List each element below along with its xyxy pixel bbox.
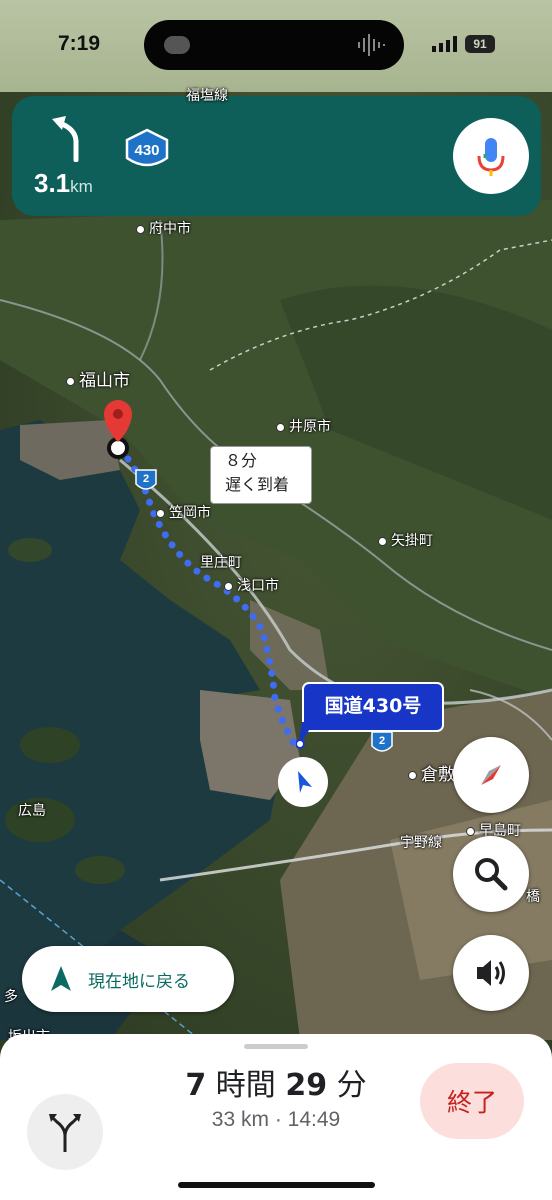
- map-label-ta: 多: [4, 989, 18, 1005]
- status-bar: 7:19 91: [0, 0, 552, 92]
- recenter-button[interactable]: 現在地に戻る: [22, 946, 234, 1012]
- current-location-marker: [278, 757, 328, 807]
- route-fork-icon: [49, 1114, 81, 1152]
- road-label-pointer: [296, 722, 314, 749]
- navigation-arrow-icon: [51, 966, 71, 991]
- alternate-routes-button[interactable]: [27, 1094, 103, 1170]
- destination-pin: [104, 400, 132, 459]
- eta-minutes: 29: [285, 1068, 328, 1103]
- alternate-route-callout[interactable]: ８分 遅く到着: [210, 446, 312, 504]
- map-label-top: 福塩線: [186, 88, 228, 104]
- eta-hours: 7: [185, 1068, 207, 1103]
- current-road-label: 国道430号: [302, 682, 444, 732]
- audio-wave-icon: [358, 34, 385, 56]
- route-badge-2: 2: [135, 469, 157, 490]
- map-label-ibara: 井原市: [276, 416, 331, 436]
- map-label-asakuchi: 浅口市: [224, 575, 279, 595]
- compass-icon: [481, 765, 501, 785]
- trip-summary-sheet[interactable]: 7 時間 29 分 33 km · 14:49 終了: [0, 1034, 552, 1200]
- turn-distance: 3.1km: [34, 168, 93, 199]
- trip-distance: 33 km: [211, 1108, 269, 1131]
- svg-text:2: 2: [379, 735, 385, 747]
- battery-indicator: 91: [465, 35, 495, 53]
- map-label-kasaoka: 笠岡市: [156, 502, 211, 522]
- eta-minutes-unit: 分: [336, 1068, 367, 1103]
- distance-value: 3.1: [34, 168, 71, 198]
- speaker-icon: [477, 960, 505, 986]
- end-navigation-button[interactable]: 終了: [420, 1063, 524, 1139]
- map-label-kurashiki: 倉敷: [408, 760, 455, 785]
- callout-time: ８分: [225, 451, 258, 470]
- map-label-fuchu: 府中市: [136, 218, 191, 238]
- map-label-yakage: 矢掛町: [378, 530, 433, 550]
- home-indicator[interactable]: [178, 1182, 375, 1188]
- sound-button[interactable]: [453, 935, 529, 1011]
- navigation-arrow-icon: [298, 771, 312, 793]
- voice-search-button[interactable]: [453, 118, 529, 194]
- map-label-fukuyama: 福山市: [66, 366, 130, 391]
- sheet-handle[interactable]: [244, 1044, 308, 1049]
- arrival-time: 14:49: [287, 1108, 341, 1131]
- cellular-signal-icon: [432, 36, 457, 52]
- map-label-hiroshima: 広島: [18, 803, 46, 819]
- dynamic-island: [144, 20, 404, 70]
- camera-icon: [164, 36, 190, 54]
- search-button[interactable]: [453, 836, 529, 912]
- route-shield-number: 430: [134, 142, 159, 159]
- callout-text: 遅く到着: [225, 475, 290, 494]
- svg-text:2: 2: [143, 473, 149, 485]
- route-shield-icon: 430: [125, 128, 169, 167]
- compass-button[interactable]: [453, 737, 529, 813]
- mic-icon: [477, 138, 505, 176]
- eta-hours-unit: 時間: [215, 1068, 276, 1103]
- trip-separator: ·: [274, 1108, 282, 1131]
- route-badge-2-b: 2: [371, 731, 393, 752]
- turn-left-arrow-icon: [52, 116, 79, 162]
- recenter-label: 現在地に戻る: [88, 972, 190, 992]
- distance-unit: km: [70, 177, 93, 196]
- status-time: 7:19: [58, 32, 101, 55]
- map-label-uno-line: 宇野線: [400, 835, 442, 851]
- map-label-satosho: 里庄町: [200, 555, 242, 571]
- search-icon: [475, 858, 508, 891]
